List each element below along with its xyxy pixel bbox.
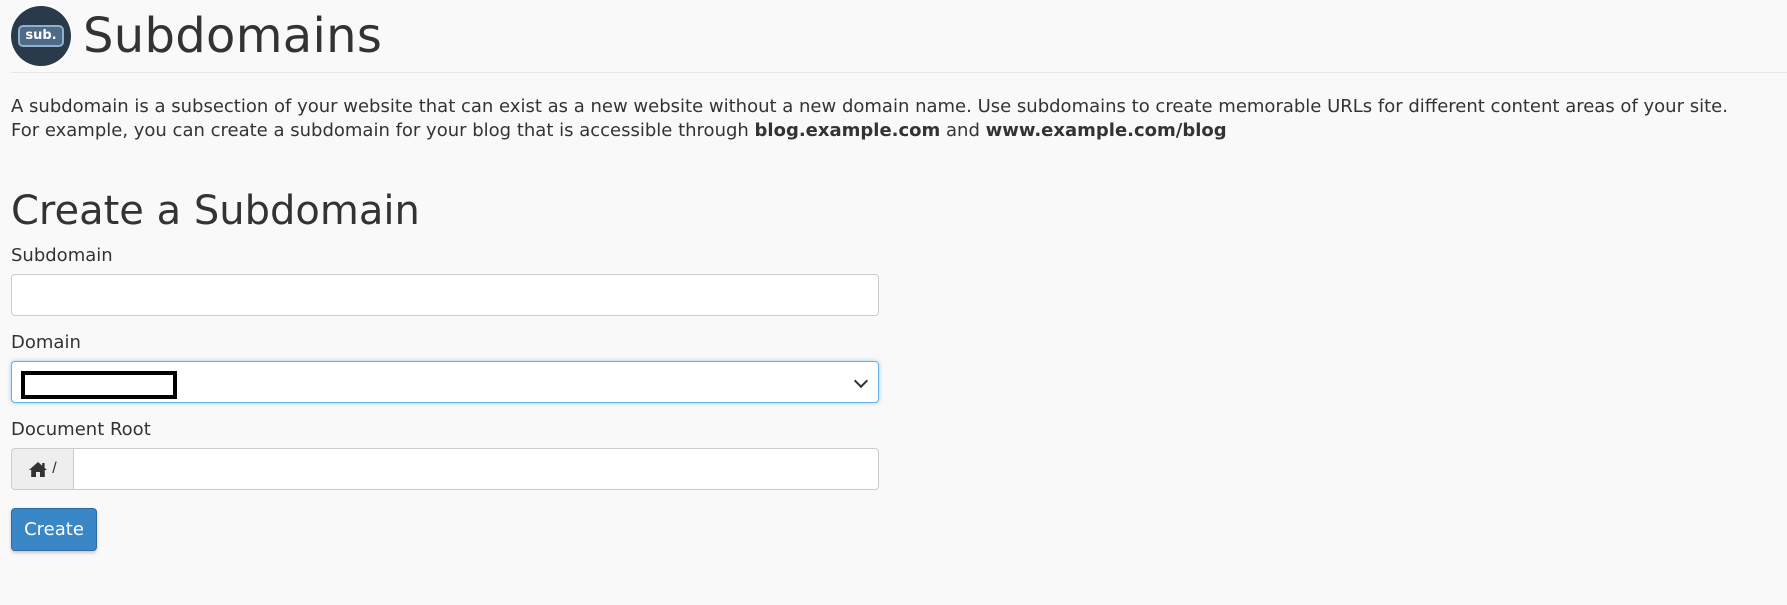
page-title: Subdomains xyxy=(83,8,383,64)
description-joiner: and xyxy=(940,120,986,141)
subdomain-label: Subdomain xyxy=(11,245,113,266)
domain-select[interactable] xyxy=(11,361,879,403)
subdomain-input[interactable] xyxy=(11,274,879,316)
section-title: Create a Subdomain xyxy=(11,188,420,234)
page-description: A subdomain is a subsection of your webs… xyxy=(11,95,1761,143)
document-root-slash: / xyxy=(52,460,57,477)
example-subdomain-url: blog.example.com xyxy=(754,120,941,141)
logo-text: sub. xyxy=(18,25,64,47)
domain-label: Domain xyxy=(11,332,81,353)
chevron-down-icon xyxy=(853,373,869,389)
page-header: sub. Subdomains xyxy=(11,0,1787,73)
redacted-domain-value xyxy=(21,371,177,399)
example-path-url: www.example.com/blog xyxy=(985,120,1227,141)
document-root-prefix: / xyxy=(11,448,73,490)
document-root-label: Document Root xyxy=(11,419,151,440)
document-root-input[interactable] xyxy=(73,448,879,490)
home-icon xyxy=(28,461,48,478)
document-root-group: / xyxy=(11,448,879,490)
page: sub. Subdomains A subdomain is a subsect… xyxy=(0,0,1787,605)
create-button[interactable]: Create xyxy=(11,508,97,551)
subdomains-logo: sub. xyxy=(11,6,71,66)
